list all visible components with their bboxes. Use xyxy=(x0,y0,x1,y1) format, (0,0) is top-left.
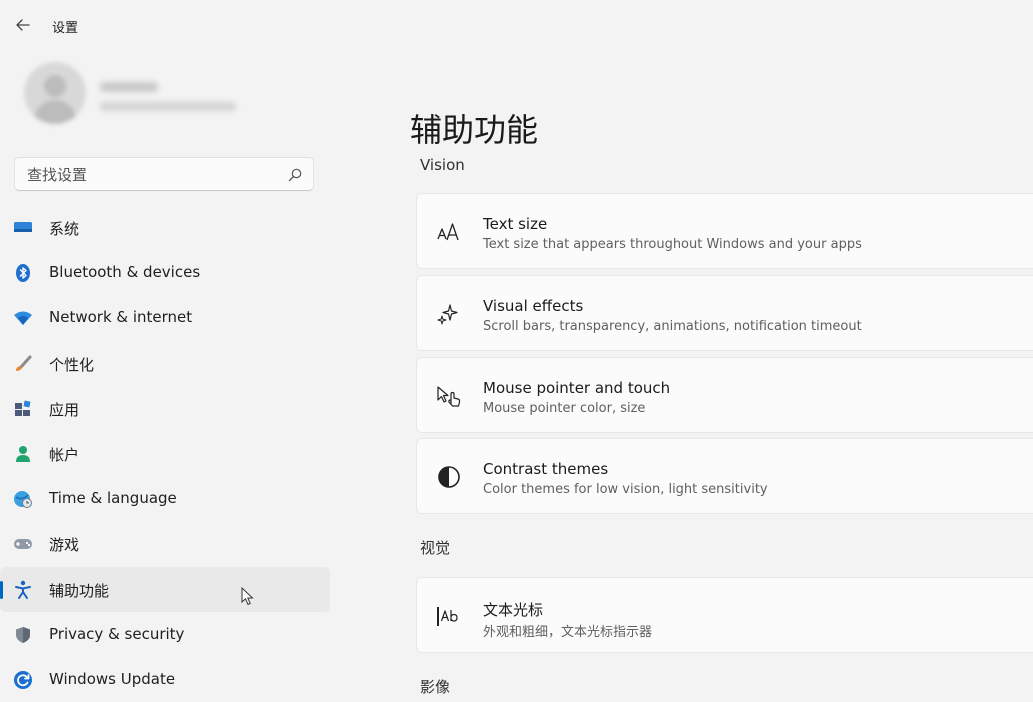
gamepad-icon xyxy=(12,533,34,555)
text-cursor-icon xyxy=(435,602,463,630)
card-title: 文本光标 xyxy=(483,601,544,619)
mouse-cursor-icon xyxy=(241,587,254,606)
section-heading-visual: 视觉 xyxy=(420,539,451,557)
profile-name-redacted xyxy=(100,82,158,92)
sidebar-item-gaming[interactable]: 游戏 xyxy=(0,521,330,566)
globe-clock-icon xyxy=(12,488,34,510)
wifi-icon xyxy=(12,307,34,329)
card-title: Mouse pointer and touch xyxy=(483,379,671,397)
contrast-icon xyxy=(435,463,463,491)
bluetooth-icon xyxy=(12,262,34,284)
sidebar-item-label: 个性化 xyxy=(49,355,95,374)
selection-indicator xyxy=(0,580,3,599)
brush-icon xyxy=(12,353,34,375)
profile-email-redacted xyxy=(100,102,236,111)
title-bar: 设置 xyxy=(0,0,1033,50)
text-size-icon xyxy=(435,218,463,246)
section-heading-imaging: 影像 xyxy=(420,678,451,696)
sidebar-item-accounts[interactable]: 帐户 xyxy=(0,431,330,476)
person-icon xyxy=(12,443,34,465)
sidebar-item-system[interactable]: 系统 xyxy=(0,205,330,250)
setting-card-text-cursor[interactable]: 文本光标 外观和粗细，文本光标指示器 xyxy=(416,577,1033,653)
page-title: 辅助功能 xyxy=(410,111,539,150)
sidebar-item-label: 应用 xyxy=(49,400,80,419)
sidebar-item-label: Privacy & security xyxy=(49,624,185,643)
card-subtitle: 外观和粗细，文本光标指示器 xyxy=(483,625,653,640)
pointer-touch-icon xyxy=(435,382,463,410)
accessibility-icon xyxy=(12,579,34,601)
sidebar-item-label: 游戏 xyxy=(49,536,80,555)
update-icon xyxy=(12,669,34,691)
card-subtitle: Color themes for low vision, light sensi… xyxy=(483,482,768,497)
back-button[interactable] xyxy=(12,14,34,36)
sidebar-item-network[interactable]: Network & internet xyxy=(0,295,330,340)
section-heading-vision: Vision xyxy=(420,156,465,174)
user-profile[interactable] xyxy=(20,60,340,130)
search-box[interactable] xyxy=(14,157,314,191)
sidebar-item-time-language[interactable]: Time & language xyxy=(0,476,330,521)
sidebar-item-bluetooth[interactable]: Bluetooth & devices xyxy=(0,250,330,295)
sparkle-icon xyxy=(435,300,463,328)
card-subtitle: Text size that appears throughout Window… xyxy=(483,237,862,252)
search-input[interactable] xyxy=(25,163,279,187)
sidebar-item-label: Network & internet xyxy=(49,308,193,327)
sidebar-item-label: 辅助功能 xyxy=(49,581,110,600)
card-title: Contrast themes xyxy=(483,460,609,478)
search-icon[interactable] xyxy=(287,167,303,183)
app-title: 设置 xyxy=(52,21,79,36)
setting-card-mouse-pointer[interactable]: Mouse pointer and touch Mouse pointer co… xyxy=(416,357,1033,433)
sidebar-item-accessibility[interactable]: 辅助功能 xyxy=(0,566,330,612)
sidebar-item-personalization[interactable]: 个性化 xyxy=(0,341,330,386)
setting-card-contrast-themes[interactable]: Contrast themes Color themes for low vis… xyxy=(416,438,1033,514)
shield-icon xyxy=(12,624,34,646)
card-subtitle: Scroll bars, transparency, animations, n… xyxy=(483,319,862,334)
sidebar-nav: 系统 Bluetooth & devices Network & interne… xyxy=(0,205,330,702)
card-title: Text size xyxy=(483,215,548,233)
monitor-icon xyxy=(12,217,34,239)
sidebar-item-label: Windows Update xyxy=(49,669,176,688)
card-subtitle: Mouse pointer color, size xyxy=(483,401,646,416)
sidebar-item-windows-update[interactable]: Windows Update xyxy=(0,657,330,702)
avatar xyxy=(24,62,86,124)
sidebar-item-label: Bluetooth & devices xyxy=(49,263,201,282)
card-title: Visual effects xyxy=(483,297,584,315)
apps-icon xyxy=(12,398,34,420)
back-arrow-icon xyxy=(16,19,30,31)
sidebar-item-label: 系统 xyxy=(49,220,80,238)
sidebar-item-privacy[interactable]: Privacy & security xyxy=(0,612,330,657)
setting-card-text-size[interactable]: Text size Text size that appears through… xyxy=(416,193,1033,269)
sidebar-item-apps[interactable]: 应用 xyxy=(0,386,330,431)
setting-card-visual-effects[interactable]: Visual effects Scroll bars, transparency… xyxy=(416,275,1033,351)
sidebar-item-label: 帐户 xyxy=(49,445,80,464)
sidebar-item-label: Time & language xyxy=(49,489,177,508)
